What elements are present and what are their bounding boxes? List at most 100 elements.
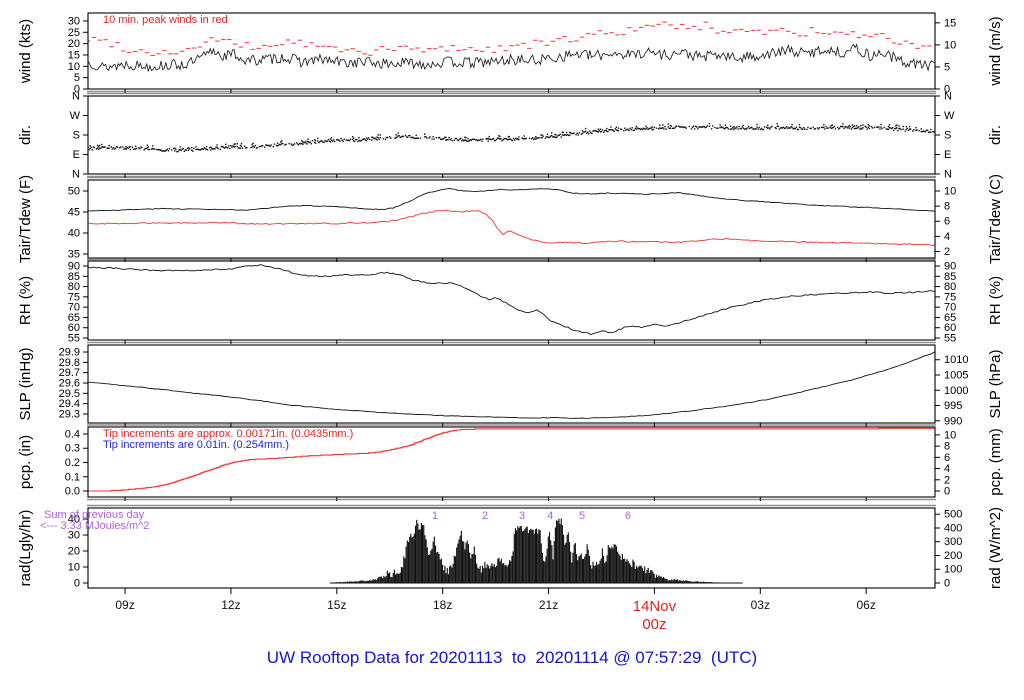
y-tick-label: 90 [68, 261, 80, 273]
series-group [88, 21, 935, 72]
y-tick-label: 29.7 [59, 367, 80, 379]
x-tick-label: 15z [327, 598, 346, 612]
series-air-temperature-f [88, 187, 935, 212]
annotation-rad: 5 [579, 510, 585, 522]
y-tick-label-right: S [944, 130, 951, 142]
axis-title-right-dir: dir. [987, 125, 1004, 145]
x-tick-label: 06z [857, 598, 876, 612]
y-tick-label-right: 200 [944, 550, 962, 562]
y-tick-label: 29.4 [59, 398, 80, 410]
y-tick-label: 29.6 [59, 378, 80, 390]
panel-rad: 0102030400100200300400500rad(Lgly/hr) rad… [17, 507, 1004, 594]
panel-slp: 29.329.429.529.629.729.829.9 990 995 1000 10… [17, 344, 1004, 427]
annotation-rad: 3 [519, 510, 525, 522]
y-tick-label: 60 [68, 322, 80, 334]
y-tick-label-right: 990 [944, 415, 962, 427]
axis-title-left-pcp: pcp. (in) [17, 435, 34, 489]
y-tick-label: 70 [68, 302, 80, 314]
axis-title-left-slp: SLP (inHg) [17, 347, 34, 420]
panel-border [87, 344, 936, 424]
axis-title-right-pcp: pcp. (mm) [987, 428, 1004, 496]
y-tick-label-right: 90 [944, 261, 956, 273]
axis-title-right-temp: Tair/Tdew (C) [987, 174, 1004, 264]
series-solar-radiation-lgly-hr [329, 518, 743, 584]
panel-wind: 051015202530051015wind (kts) wind (m/s)10… [17, 12, 1004, 96]
y-tick-label-right: 10 [944, 39, 956, 51]
y-tick-label-right: 300 [944, 536, 962, 548]
chart-title: UW Rooftop Data for 20201113 to 20201114… [266, 648, 758, 667]
y-tick-label-right: 400 [944, 522, 962, 534]
y-tick-label: 35 [68, 249, 80, 261]
y-tick-label-right: 6 [944, 452, 950, 464]
panel-dir: NESWNNESWNdir. dir. [17, 91, 1004, 181]
y-tick-label: 0.2 [65, 457, 80, 469]
x-tick-label-hour: 00z [642, 616, 666, 633]
y-tick-label-right: 15 [944, 17, 956, 29]
annotation-rad: 6 [625, 510, 631, 522]
axis-title-right-wind: wind (m/s) [987, 16, 1004, 86]
x-tick-label: 09z [115, 598, 134, 612]
y-tick-label: 25 [68, 27, 80, 39]
y-tick-label: 80 [68, 281, 80, 293]
y-tick-label-right: 1005 [944, 369, 968, 381]
axis-title-right-rh: RH (%) [987, 276, 1004, 325]
y-tick-label-right: N [944, 91, 952, 103]
y-tick-label: N [72, 91, 80, 103]
y-tick-label-right: 4 [944, 231, 950, 243]
annotation-wind: 10 min. peak winds in red [103, 14, 228, 26]
y-tick-label: N [72, 169, 80, 181]
y-tick-label: 0.1 [65, 471, 80, 483]
y-tick-label: 85 [68, 271, 80, 283]
y-tick-label: 30 [68, 15, 80, 27]
y-tick-label: 29.9 [59, 347, 80, 359]
y-tick-label: 5 [74, 72, 80, 84]
x-tick-label: 18z [433, 598, 452, 612]
y-tick-label-right: 55 [944, 333, 956, 345]
y-tick-label: 20 [68, 546, 80, 558]
y-tick-label: 75 [68, 291, 80, 303]
meteogram-plot: 051015202530051015wind (kts) wind (m/s)10… [17, 12, 1004, 633]
series-group [88, 122, 935, 153]
y-tick-label: W [70, 110, 81, 122]
annotation-rad: 4 [547, 510, 553, 522]
y-tick-label-right: 5 [944, 61, 950, 73]
y-tick-label-right: 80 [944, 281, 956, 293]
y-tick-label: 55 [68, 333, 80, 345]
y-tick-label: 40 [68, 228, 80, 240]
y-tick-label: 65 [68, 312, 80, 324]
axis-title-right-slp: SLP (hPa) [987, 350, 1004, 419]
y-tick-label: 45 [68, 207, 80, 219]
panel-border [87, 179, 936, 259]
x-tick-label: 21z [539, 598, 558, 612]
y-tick-label-right: 65 [944, 312, 956, 324]
y-tick-label-right: 60 [944, 322, 956, 334]
y-tick-label-right: E [944, 149, 951, 161]
y-tick-label-right: 100 [944, 564, 962, 576]
y-tick-label-right: W [944, 110, 955, 122]
y-tick-label: E [73, 149, 80, 161]
y-tick-label-right: 1000 [944, 385, 968, 397]
meteogram-page: 0 5 10 15 20 25 30 0 5 10 15 wind (kts) wind (m/s) 10… [0, 0, 1024, 700]
panel-temp: 35 40 45 50 2 4 6 8 10 Tair/Tdew (F) Tair/Tdew (C) [17, 174, 1004, 264]
y-tick-label-right: 10 [944, 429, 956, 441]
y-tick-label-right: 500 [944, 509, 962, 521]
y-tick-label-right: 75 [944, 291, 956, 303]
y-tick-label-right: 8 [944, 201, 950, 213]
y-tick-label: 50 [68, 186, 80, 198]
panel-border [87, 260, 936, 341]
axis-title-left-wind: wind (kts) [17, 19, 34, 84]
y-tick-label-right: 10 [944, 186, 956, 198]
y-tick-label-right: 995 [944, 400, 962, 412]
x-tick-label-date: 14Nov [633, 598, 677, 615]
series-group [329, 518, 743, 584]
panel-rh: 55606570758085905560657075808590RH (%) RH… [17, 260, 1004, 345]
axis-title-left-rh: RH (%) [17, 276, 34, 325]
series-group [88, 264, 935, 335]
y-tick-label-right: 85 [944, 271, 956, 283]
y-tick-label-right: 0 [944, 486, 950, 498]
axis-title-right-rad: rad (W/m^2) [987, 507, 1004, 589]
axis-title-left-dir: dir. [17, 125, 34, 145]
axis-title-left-rad: rad(Lgly/hr) [17, 510, 34, 587]
y-tick-label: 29.3 [59, 409, 80, 421]
series-sea-level-pressure-inhg [88, 351, 935, 419]
